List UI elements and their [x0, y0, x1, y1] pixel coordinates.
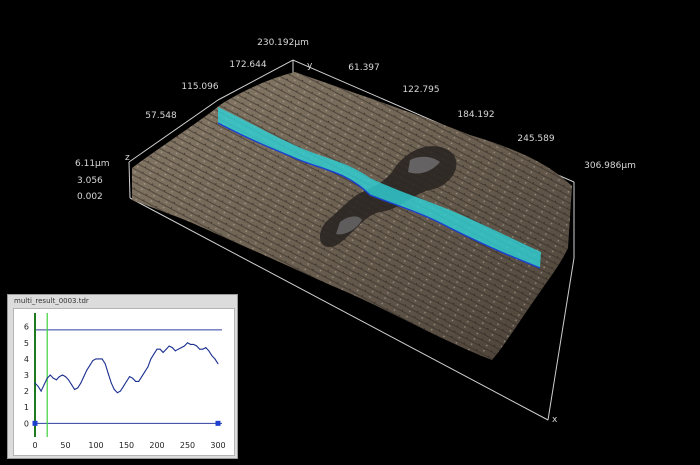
profile-point [141, 376, 143, 378]
profile-point [162, 351, 164, 353]
profile-point [74, 389, 76, 390]
y-axis-letter: y [307, 61, 313, 71]
profile-point [46, 377, 48, 379]
profile-point [171, 347, 173, 349]
y-tick-4: 230.192µm [257, 38, 309, 48]
profile-point [132, 377, 134, 379]
z-axis-letter: z [125, 153, 130, 163]
profile-x-tick-label: 100 [88, 441, 103, 450]
x-tick-3: 184.192 [457, 110, 494, 120]
profile-x-tick-label: 50 [60, 441, 70, 450]
profile-cursor-marker-left[interactable] [32, 420, 38, 426]
profile-point [183, 345, 185, 347]
profile-point [129, 376, 131, 378]
profile-chart[interactable]: 0 1 2 3 4 5 6 0 50 100 150 200 250 300 [13, 308, 235, 456]
profile-point [150, 358, 152, 360]
profile-point [65, 376, 66, 378]
x-tick-4: 245.589 [517, 134, 554, 144]
y-tick-2: 115.096 [181, 82, 218, 92]
profile-point [180, 347, 182, 349]
profile-y-tick-label: 5 [24, 339, 29, 348]
profile-point [187, 342, 188, 344]
profile-point [193, 343, 195, 345]
profile-window[interactable]: multi_result_0003.tdr 0 1 2 3 4 5 6 0 50 100 150 20… [7, 294, 238, 459]
profile-x-tick-label: 0 [32, 441, 37, 450]
profile-point [71, 384, 73, 386]
profile-point [52, 377, 54, 379]
profile-point [196, 345, 198, 347]
profile-point [43, 384, 45, 386]
profile-point [55, 379, 57, 381]
profile-point [49, 374, 51, 376]
profile-point [217, 363, 219, 365]
z-tick-mid: 3.056 [77, 176, 103, 186]
profile-point [61, 374, 63, 376]
profile-point [58, 376, 60, 378]
profile-point [119, 390, 121, 392]
profile-point [34, 382, 36, 384]
profile-point [202, 348, 204, 350]
profile-point [80, 382, 82, 384]
profile-point [95, 358, 97, 360]
profile-point [156, 348, 158, 350]
profile-window-title: multi_result_0003.tdr [14, 297, 89, 305]
profile-point [40, 390, 42, 392]
profile-point [144, 371, 146, 373]
profile-y-tick-label: 1 [24, 403, 29, 412]
profile-point [83, 376, 85, 378]
profile-point [153, 353, 155, 355]
profile-point [37, 385, 39, 387]
z-axis: z 6.11µm 3.056 0.002 [75, 153, 130, 202]
profile-point [116, 392, 118, 394]
profile-point [138, 380, 140, 382]
profile-x-tick-label: 250 [180, 441, 195, 450]
profile-x-tick-label: 150 [119, 441, 134, 450]
profile-point [104, 363, 106, 365]
profile-point [135, 380, 137, 382]
profile-point [147, 366, 149, 368]
profile-point [205, 347, 207, 349]
profile-point [177, 348, 179, 350]
profile-point [68, 379, 70, 381]
profile-series-line [34, 342, 219, 394]
profile-chart-svg[interactable]: 0 1 2 3 4 5 6 0 50 100 150 200 250 300 [14, 309, 234, 455]
profile-x-tick-label: 200 [149, 441, 164, 450]
x-tick-2: 122.795 [402, 85, 439, 95]
profile-point [168, 345, 170, 347]
profile-point [77, 387, 79, 389]
profile-cursor-marker-right[interactable] [215, 420, 221, 426]
profile-y-tick-label: 6 [24, 323, 29, 332]
profile-point [107, 372, 109, 374]
profile-point [190, 343, 192, 345]
profile-point [211, 355, 213, 357]
profile-point [126, 380, 127, 382]
profile-point [159, 348, 161, 350]
profile-point [98, 358, 100, 360]
z-tick-bottom: 0.002 [77, 192, 103, 202]
y-tick-1: 57.548 [145, 111, 177, 121]
profile-point [110, 382, 112, 384]
profile-y-tick-label: 2 [24, 387, 29, 396]
profile-point [86, 369, 88, 371]
x-tick-1: 61.397 [348, 63, 380, 73]
profile-point [174, 350, 176, 352]
profile-point [92, 360, 94, 361]
profile-x-tick-label: 300 [210, 441, 225, 450]
profile-point [101, 358, 103, 360]
profile-y-tick-label: 4 [24, 355, 29, 364]
profile-y-tick-label: 3 [24, 371, 29, 380]
profile-point [199, 348, 201, 350]
profile-point [214, 358, 216, 360]
profile-point [122, 385, 124, 387]
x-tick-5: 306.986µm [584, 161, 636, 171]
profile-point [208, 350, 210, 352]
z-tick-top: 6.11µm [75, 159, 110, 169]
profile-y-tick-label: 0 [24, 419, 29, 428]
x-axis-letter: x [552, 415, 558, 425]
profile-point [113, 389, 115, 390]
profile-point [165, 348, 167, 350]
profile-point [89, 364, 91, 366]
y-tick-3: 172.644 [229, 60, 266, 70]
